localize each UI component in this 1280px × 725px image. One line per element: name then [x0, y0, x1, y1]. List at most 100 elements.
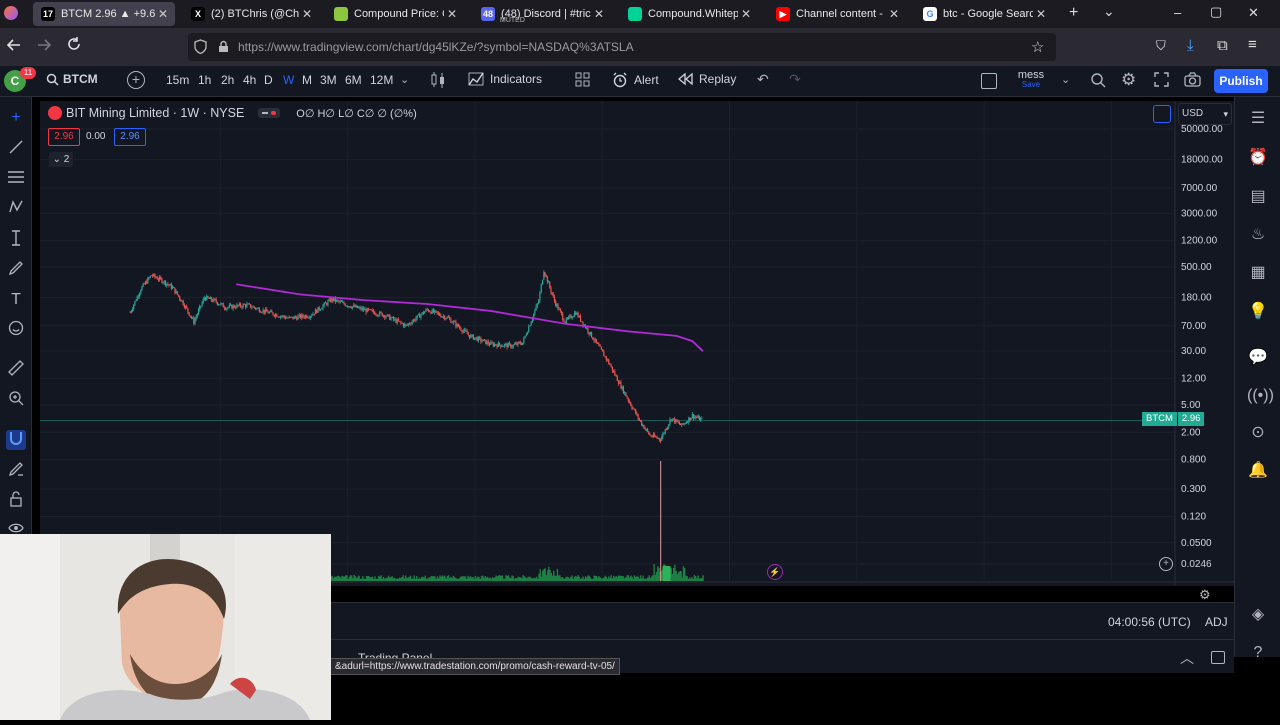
expand-panel-icon[interactable]: ︿ [1180, 648, 1194, 668]
extensions-icon[interactable]: ⧉ [1217, 37, 1228, 54]
settings-gear-icon[interactable]: ⚙ [1121, 70, 1136, 90]
camera-icon[interactable] [1184, 72, 1201, 92]
crosshair-icon[interactable]: + [6, 108, 26, 128]
emoji-icon[interactable] [6, 320, 26, 340]
lock-drawings-icon[interactable] [6, 491, 26, 511]
browser-tab[interactable]: 17 BTCM 2.96 ▲ +9.63% ✕ [33, 2, 175, 26]
alerts-clock-icon[interactable]: ⏰ [1247, 147, 1269, 169]
layout-square-icon[interactable] [981, 73, 997, 89]
forward-arrow-icon[interactable] [37, 38, 52, 56]
lightning-event-icon[interactable]: ⚡ [767, 564, 783, 580]
stay-in-drawing-icon[interactable] [6, 461, 26, 481]
minimize-button[interactable]: – [1174, 5, 1181, 20]
interval-d[interactable]: D [264, 73, 273, 87]
browser-tab[interactable]: 48(48) Discord | #tricks-MUTED✕ [473, 2, 611, 26]
maximize-panel-icon[interactable] [1211, 651, 1225, 664]
browser-menu-icon[interactable] [4, 6, 18, 20]
watchlist-icon[interactable]: ☰ [1247, 108, 1269, 130]
ideas-lightbulb-icon[interactable]: 💡 [1247, 301, 1269, 323]
time-axis-settings-icon[interactable]: ⚙ [1199, 587, 1211, 603]
utc-clock[interactable]: 04:00:56 (UTC) [1108, 615, 1191, 629]
alert-button[interactable]: Alert [612, 72, 659, 88]
chat-icon[interactable]: 💬 [1247, 347, 1269, 369]
brush-icon[interactable] [6, 260, 26, 280]
address-bar[interactable]: https://www.tradingview.com/chart/dg45lK… [188, 33, 1056, 61]
interval-1h[interactable]: 1h [198, 73, 211, 87]
download-icon[interactable]: ⤓ [1187, 37, 1194, 54]
help-icon[interactable]: ? [1247, 642, 1269, 664]
text-tool-icon[interactable]: T [6, 290, 26, 310]
add-alert-plus-icon[interactable]: + [1159, 557, 1173, 571]
fullscreen-icon[interactable] [1154, 72, 1169, 92]
compare-plus-icon[interactable]: + [127, 71, 145, 89]
maximize-button[interactable]: ▢ [1210, 4, 1222, 20]
interval-3m[interactable]: 3M [320, 73, 337, 87]
url-text[interactable]: https://www.tradingview.com/chart/dg45lK… [238, 40, 634, 54]
close-tab-icon[interactable]: ✕ [299, 7, 315, 21]
measure-text-cursor-icon[interactable] [6, 229, 26, 249]
calendar-icon[interactable]: ▦ [1247, 262, 1269, 284]
price-chart[interactable]: 50000.00 18000.00 7000.00 3000.00 1200.00 500… [40, 101, 1234, 586]
adj-toggle[interactable]: ADJ [1205, 615, 1228, 629]
zoom-in-icon[interactable] [6, 390, 26, 410]
templates-grid-icon[interactable] [575, 72, 590, 92]
close-tab-icon[interactable]: ✕ [738, 7, 754, 21]
close-tab-icon[interactable]: ✕ [591, 7, 607, 21]
candle-type-icon[interactable] [430, 71, 446, 94]
redo-icon[interactable]: ↷ [789, 71, 801, 88]
close-tab-icon[interactable]: ✕ [155, 7, 171, 21]
close-tab-icon[interactable]: ✕ [444, 7, 460, 21]
browser-tab[interactable]: ▶ Channel content - You✕ [768, 2, 906, 26]
close-tab-icon[interactable]: ✕ [886, 7, 902, 21]
hotlist-fire-icon[interactable]: ♨ [1247, 224, 1269, 246]
trend-line-icon[interactable] [6, 139, 26, 159]
indicators-button[interactable]: Indicators [468, 72, 542, 86]
interval-15m[interactable]: 15m [166, 73, 189, 87]
layout-dropdown-icon[interactable]: ⌄ [1061, 73, 1070, 86]
pocket-icon[interactable]: ⛉ [1156, 38, 1166, 54]
symbol-legend[interactable]: BIT Mining Limited · 1W · NYSE O∅ H∅ L∅ … [48, 106, 417, 120]
publish-button[interactable]: Publish [1214, 69, 1268, 93]
new-tab-button[interactable]: + [1069, 4, 1078, 22]
interval-m[interactable]: M [302, 73, 312, 87]
interval-6m[interactable]: 6M [345, 73, 362, 87]
back-arrow-icon[interactable] [6, 38, 21, 56]
browser-tab[interactable]: Gbtc - Google Search ✕ [915, 2, 1053, 26]
bookmark-star-icon[interactable]: ☆ [1031, 38, 1044, 56]
magnet-icon[interactable] [6, 430, 26, 450]
fib-retracement-icon[interactable] [6, 169, 26, 189]
tab-list-icon[interactable]: ⌄ [1103, 3, 1115, 20]
symbol-search-button[interactable]: BTCM [46, 72, 98, 86]
notifications-bell-icon[interactable]: 🔔 [1247, 460, 1269, 482]
reload-icon[interactable] [67, 37, 81, 55]
bid-price[interactable]: 2.96 [48, 128, 80, 146]
browser-tab[interactable]: X (2) BTChris (@Chrisha✕ [183, 2, 319, 26]
browser-tab[interactable]: Compound.Whitepape✕ [620, 2, 758, 26]
legend-eye-icon[interactable] [258, 108, 281, 118]
layers-icon[interactable]: ◈ [1247, 604, 1269, 626]
ask-price[interactable]: 2.96 [114, 128, 146, 146]
close-window-button[interactable]: ✕ [1248, 5, 1259, 21]
streams-play-icon[interactable]: ⊙ [1247, 422, 1269, 444]
browser-tab[interactable]: Compound Price: COM✕ [326, 2, 464, 26]
sync-icon[interactable] [1153, 105, 1171, 123]
chart-pane[interactable]: 50000.00 18000.00 7000.00 3000.00 1200.00 500… [40, 101, 1234, 602]
collapse-indicators-button[interactable]: ⌄ 2 [49, 152, 73, 167]
broadcast-icon[interactable]: ((•)) [1247, 385, 1274, 407]
shield-icon[interactable] [194, 39, 207, 59]
pattern-icon[interactable] [6, 199, 26, 219]
app-menu-icon[interactable]: ≡ [1248, 36, 1257, 53]
replay-button[interactable]: Replay [678, 72, 736, 86]
ruler-icon[interactable] [6, 360, 26, 380]
lock-icon[interactable] [218, 40, 229, 58]
currency-selector[interactable]: USD ▾ [1178, 103, 1232, 125]
interval-w[interactable]: W [283, 73, 294, 87]
object-tree-icon[interactable]: ▤ [1247, 186, 1269, 208]
undo-icon[interactable]: ↶ [757, 71, 769, 88]
interval-2h[interactable]: 2h [221, 73, 234, 87]
interval-4h[interactable]: 4h [243, 73, 256, 87]
layout-name-button[interactable]: mess Save [1017, 69, 1045, 89]
close-tab-icon[interactable]: ✕ [1033, 7, 1049, 21]
quick-search-icon[interactable] [1090, 72, 1106, 93]
interval-12m[interactable]: 12M [370, 73, 393, 87]
